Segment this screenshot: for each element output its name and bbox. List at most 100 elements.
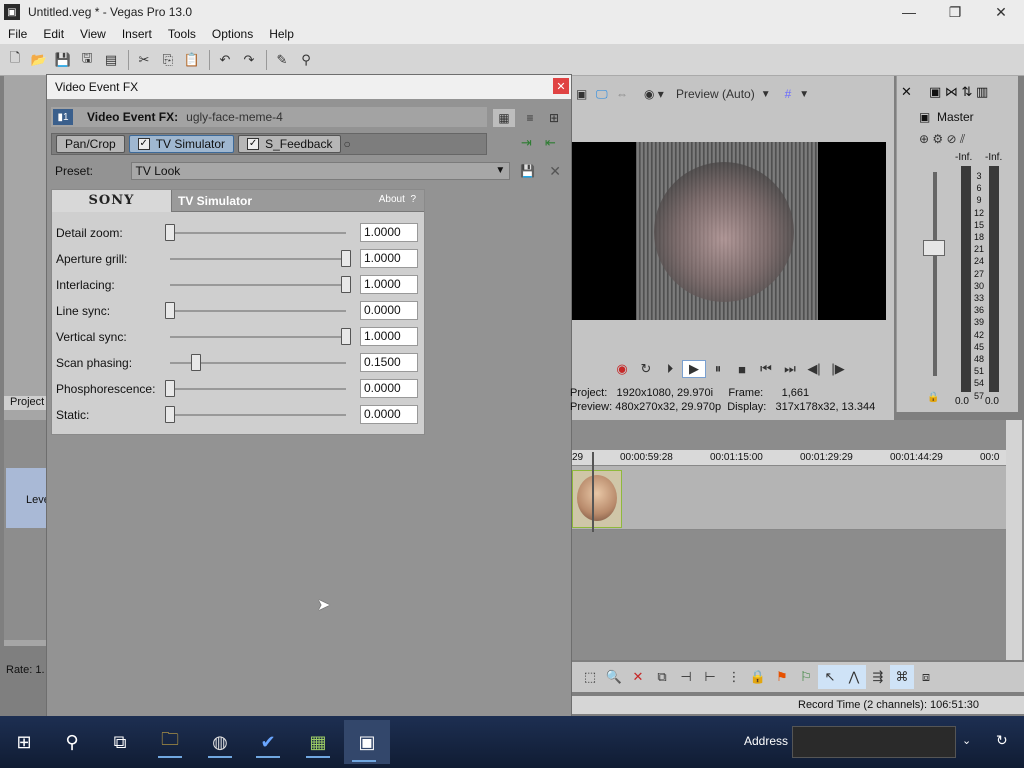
param-value-field[interactable]: 0.1500: [360, 353, 418, 372]
trim-icon[interactable]: ⧉: [650, 665, 674, 689]
list-view-icon[interactable]: ≡: [521, 109, 539, 127]
close-icon[interactable]: ✕: [978, 0, 1024, 24]
zoom-tool-icon[interactable]: 🔍: [602, 665, 626, 689]
video-track[interactable]: [572, 466, 1006, 530]
next-frame-icon[interactable]: |▶: [826, 360, 850, 378]
go-to-start-icon[interactable]: ⏮: [754, 360, 778, 378]
minimize-icon[interactable]: —: [886, 0, 932, 24]
master-fader[interactable]: [923, 240, 945, 256]
playhead-cursor[interactable]: [592, 452, 594, 532]
file-explorer-icon[interactable]: 🗀: [150, 724, 190, 760]
snapping-icon[interactable]: ⌘: [890, 665, 914, 689]
copy-icon[interactable]: ⎘: [157, 49, 179, 71]
open-icon[interactable]: 📂: [28, 49, 50, 71]
chain-item-pan-crop[interactable]: Pan/Crop: [56, 135, 125, 153]
param-value-field[interactable]: 0.0000: [360, 379, 418, 398]
help-pointer-icon[interactable]: ⚲: [295, 49, 317, 71]
param-value-field[interactable]: 0.0000: [360, 405, 418, 424]
address-input[interactable]: [792, 726, 956, 758]
param-slider-thumb[interactable]: [341, 250, 351, 267]
param-slider-thumb[interactable]: [165, 224, 175, 241]
param-slider-thumb[interactable]: [165, 380, 175, 397]
time-ruler[interactable]: 29 00:00:59:28 00:01:15:00 00:01:29:29 0…: [572, 450, 1006, 466]
track-header[interactable]: Leve: [6, 468, 50, 528]
grid-view-icon[interactable]: ⊞: [545, 109, 563, 127]
param-slider-thumb[interactable]: [165, 406, 175, 423]
maximize-icon[interactable]: ❐: [932, 0, 978, 24]
menu-tools[interactable]: Tools: [160, 27, 204, 41]
redo-icon[interactable]: ↷: [238, 49, 260, 71]
chain-item-tv-simulator[interactable]: ✓ TV Simulator: [128, 135, 235, 153]
preset-dropdown[interactable]: TV Look ▼: [130, 162, 511, 180]
properties-icon[interactable]: ✎: [271, 49, 293, 71]
lock-icon[interactable]: 🔒: [927, 392, 939, 403]
refresh-icon[interactable]: ↻: [996, 732, 1008, 749]
play-from-start-icon[interactable]: ⏵: [658, 360, 682, 378]
param-value-field[interactable]: 1.0000: [360, 275, 418, 294]
auto-ripple-icon[interactable]: ⇶: [866, 665, 890, 689]
save-as-icon[interactable]: 🖫: [76, 49, 98, 71]
cut-icon[interactable]: ✂: [133, 49, 155, 71]
param-slider-track[interactable]: [170, 258, 346, 260]
save-preset-icon[interactable]: 💾: [520, 164, 535, 178]
play-icon[interactable]: ▶: [682, 360, 706, 378]
save-icon[interactable]: 💾: [52, 49, 74, 71]
param-value-field[interactable]: 1.0000: [360, 249, 418, 268]
windows-start-icon[interactable]: ⊞: [4, 724, 44, 760]
param-slider-track[interactable]: [170, 310, 346, 312]
master-toolbar-icons[interactable]: ▣ ⋈ ⇅ ▥: [929, 84, 988, 100]
close-pane-icon[interactable]: ✕: [901, 84, 912, 100]
select-region-icon[interactable]: ⬚: [578, 665, 602, 689]
delete-icon[interactable]: ✕: [626, 665, 650, 689]
remove-plugin-icon[interactable]: ⇤: [545, 135, 556, 151]
param-slider-track[interactable]: [170, 388, 346, 390]
chevron-down-icon[interactable]: ▼: [799, 89, 809, 100]
record-button-icon[interactable]: ◉: [610, 360, 634, 378]
about-link[interactable]: About ?: [379, 194, 416, 205]
param-slider-thumb[interactable]: [191, 354, 202, 371]
project-tab[interactable]: Project: [4, 396, 46, 410]
param-value-field[interactable]: 1.0000: [360, 327, 418, 346]
normal-edit-tool-icon[interactable]: ↖: [818, 665, 842, 689]
search-icon[interactable]: ⚲: [52, 724, 92, 760]
stop-icon[interactable]: ■: [730, 360, 754, 378]
param-slider-thumb[interactable]: [341, 276, 351, 293]
add-plugin-icon[interactable]: ⇥: [521, 135, 532, 151]
param-slider-track[interactable]: [170, 232, 346, 234]
enable-checkbox[interactable]: ✓: [247, 138, 260, 150]
delete-preset-icon[interactable]: ✕: [549, 163, 561, 180]
param-slider-track[interactable]: [170, 336, 346, 338]
task-view-icon[interactable]: ⧉: [100, 724, 140, 760]
menu-options[interactable]: Options: [204, 27, 261, 41]
external-monitor-icon[interactable]: 🖵: [596, 87, 616, 102]
menu-help[interactable]: Help: [261, 27, 302, 41]
record-icon[interactable]: ◉ ▾: [644, 87, 672, 101]
overlays-icon[interactable]: #: [785, 87, 792, 101]
app2-icon[interactable]: ▦: [298, 724, 338, 760]
marker-icon[interactable]: ⚑: [770, 665, 794, 689]
app-icon[interactable]: ✔: [248, 724, 288, 760]
param-slider-thumb[interactable]: [341, 328, 351, 345]
trim-end-icon[interactable]: ⊢: [698, 665, 722, 689]
master-fx-icons[interactable]: ⊕ ⚙ ⊘ ⫽: [919, 132, 965, 147]
previous-frame-icon[interactable]: ◀|: [802, 360, 826, 378]
trim-start-icon[interactable]: ⊣: [674, 665, 698, 689]
go-to-end-icon[interactable]: ⏭: [778, 360, 802, 378]
param-slider-track[interactable]: [170, 414, 346, 416]
vegas-icon[interactable]: ▣: [344, 720, 390, 764]
preview-quality-dropdown[interactable]: Preview (Auto): [676, 87, 755, 101]
preview-settings-icon[interactable]: ▣: [576, 87, 596, 101]
split-screen-icon[interactable]: ⇔: [616, 87, 644, 101]
chevron-down-icon[interactable]: ▼: [761, 89, 771, 100]
envelope-tool-icon[interactable]: ⋀: [842, 665, 866, 689]
menu-file[interactable]: File: [0, 27, 35, 41]
region-icon[interactable]: ⚐: [794, 665, 818, 689]
render-icon[interactable]: ▤: [100, 49, 122, 71]
menu-edit[interactable]: Edit: [35, 27, 72, 41]
menu-insert[interactable]: Insert: [114, 27, 160, 41]
paste-icon[interactable]: 📋: [181, 49, 203, 71]
timeline-vertical-scrollbar[interactable]: [1006, 420, 1022, 660]
chrome-icon[interactable]: ◍: [200, 724, 240, 760]
param-value-field[interactable]: 0.0000: [360, 301, 418, 320]
enable-checkbox[interactable]: ✓: [137, 138, 150, 150]
